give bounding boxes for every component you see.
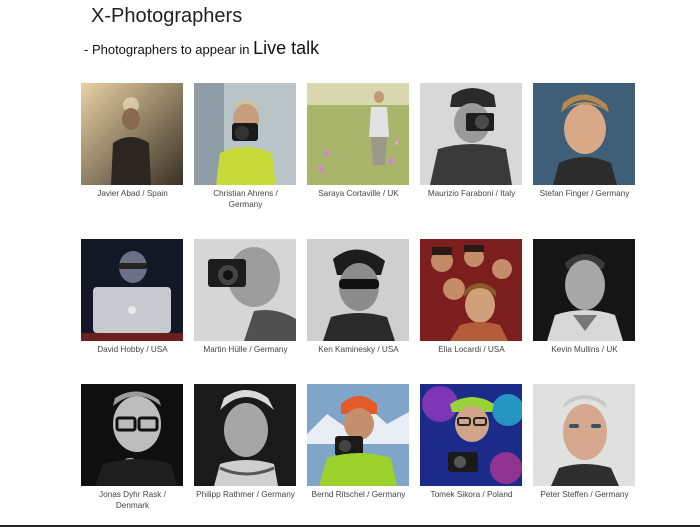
page-title: X-Photographers: [91, 5, 243, 27]
photographer-photo[interactable]: [81, 83, 183, 185]
photographer-card[interactable]: Jonas Dyhr Rask / Denmark: [81, 384, 184, 511]
photographer-caption: Saraya Cortaville / UK: [318, 189, 399, 198]
photographer-photo[interactable]: [81, 384, 183, 486]
photographer-grid: Javier Abad / Spain Christian Ahrens / G…: [81, 83, 637, 523]
photographer-caption: Javier Abad / Spain: [97, 189, 168, 198]
photographer-card[interactable]: Maurizio Faraboni / Italy: [420, 83, 523, 199]
photographer-caption: Philipp Rathmer / Germany: [196, 490, 295, 499]
photographer-card[interactable]: David Hobby / USA: [81, 239, 184, 355]
photographer-photo[interactable]: [194, 239, 296, 341]
photographer-caption: Ken Kaminesky / USA: [318, 345, 399, 354]
photographer-photo[interactable]: [533, 239, 635, 341]
photographer-card[interactable]: Kevin Mullins / UK: [533, 239, 636, 355]
photographer-card[interactable]: Stefan Finger / Germany: [533, 83, 636, 199]
photographer-card[interactable]: Martin Hülle / Germany: [194, 239, 297, 355]
photographer-caption: Maurizio Faraboni / Italy: [427, 189, 516, 198]
photographer-photo[interactable]: [307, 83, 409, 185]
photographer-card[interactable]: Tomek Sikora / Poland: [420, 384, 523, 500]
page-subtitle: - Photographers to appear in Live talk: [84, 38, 319, 59]
photographer-photo[interactable]: [81, 239, 183, 341]
photographer-caption: Christian Ahrens / Germany: [213, 189, 278, 209]
photographer-photo[interactable]: [420, 83, 522, 185]
photographer-card[interactable]: Christian Ahrens / Germany: [194, 83, 297, 210]
photographer-photo[interactable]: [420, 384, 522, 486]
photographer-card[interactable]: Saraya Cortaville / UK: [307, 83, 410, 199]
photographer-caption: Tomek Sikora / Poland: [430, 490, 513, 499]
photographer-caption: Kevin Mullins / UK: [551, 345, 618, 354]
photographer-card[interactable]: Elia Locardi / USA: [420, 239, 523, 355]
photographer-photo[interactable]: [307, 384, 409, 486]
photographer-caption: David Hobby / USA: [97, 345, 168, 354]
photographer-card[interactable]: Ken Kaminesky / USA: [307, 239, 410, 355]
photographer-card[interactable]: Philipp Rathmer / Germany: [194, 384, 297, 500]
photographer-caption: Stefan Finger / Germany: [539, 189, 630, 198]
photographer-caption: Martin Hülle / Germany: [203, 345, 288, 354]
page: X-Photographers - Photographers to appea…: [0, 0, 700, 527]
subtitle-highlight: Live talk: [253, 38, 320, 58]
photographer-caption: Jonas Dyhr Rask / Denmark: [99, 490, 166, 510]
photographer-caption: Peter Steffen / Germany: [540, 490, 629, 499]
photographer-photo[interactable]: [533, 384, 635, 486]
photographer-card[interactable]: Javier Abad / Spain: [81, 83, 184, 199]
photographer-photo[interactable]: [194, 384, 296, 486]
photographer-caption: Elia Locardi / USA: [438, 345, 505, 354]
photographer-card[interactable]: Peter Steffen / Germany: [533, 384, 636, 500]
photographer-photo[interactable]: [194, 83, 296, 185]
photographer-photo[interactable]: [307, 239, 409, 341]
subtitle-prefix: - Photographers to appear in: [84, 42, 250, 57]
photographer-photo[interactable]: [420, 239, 522, 341]
photographer-photo[interactable]: [533, 83, 635, 185]
photographer-card[interactable]: Bernd Ritschel / Germany: [307, 384, 410, 500]
photographer-caption: Bernd Ritschel / Germany: [311, 490, 406, 499]
